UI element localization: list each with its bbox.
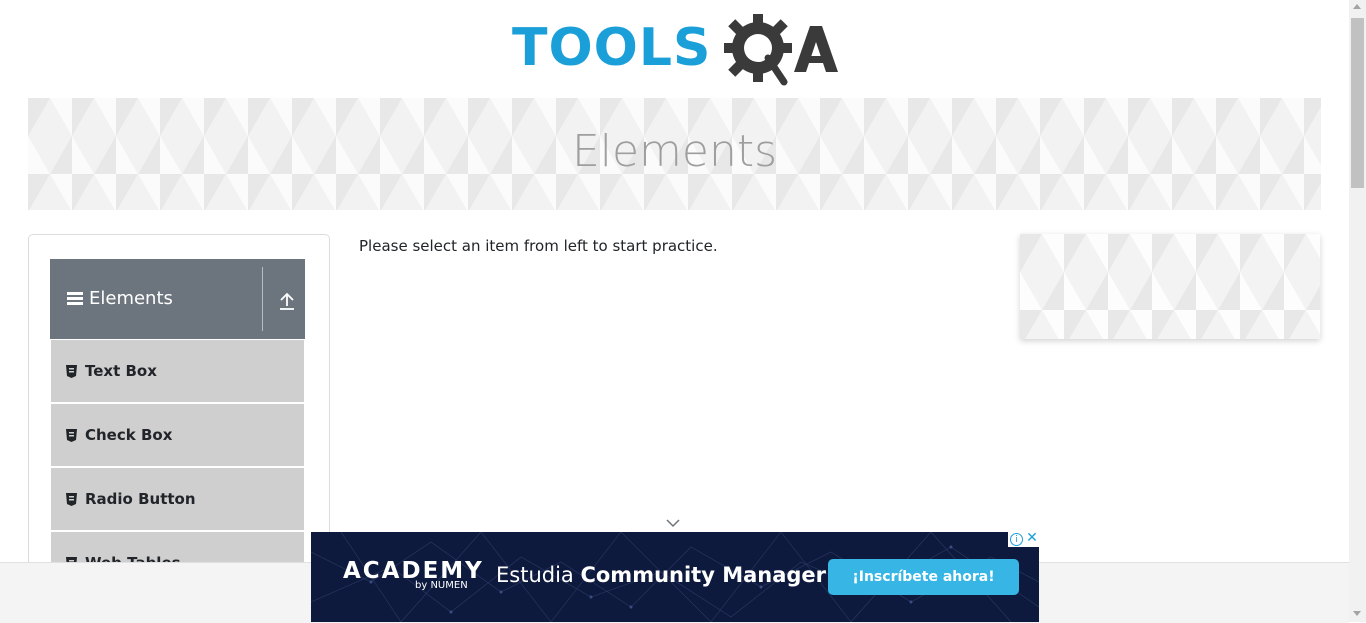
gear-magnifier-icon <box>724 14 838 86</box>
sidebar-item-radio-button[interactable]: Radio Button <box>51 468 304 532</box>
ad-close-icon[interactable]: ✕ <box>1025 532 1039 546</box>
bottom-advertisement[interactable]: ACADEMY by NUMEN Estudia Community Manag… <box>311 532 1039 622</box>
logo-tools-text: TOOLS <box>512 18 712 78</box>
intro-text: Please select an item from left to start… <box>359 237 718 255</box>
toolsqa-logo[interactable]: TOOLS <box>512 12 842 92</box>
scroll-down-arrow-icon[interactable] <box>1353 611 1361 616</box>
ad-headline-prefix: Estudia <box>496 563 581 587</box>
ad-headline: Estudia Community Manager <box>496 563 826 587</box>
sidebar: Elements Text Box Check Box Radio Button <box>28 234 330 616</box>
site-header: TOOLS <box>0 0 1349 98</box>
ad-placeholder <box>1020 234 1320 339</box>
sidebar-item-text-box[interactable]: Text Box <box>51 340 304 404</box>
html5-icon <box>66 365 77 378</box>
ad-byline: by NUMEN <box>415 580 468 591</box>
html5-icon <box>66 429 77 442</box>
html5-icon <box>66 493 77 506</box>
sidebar-item-label: Radio Button <box>85 490 196 508</box>
upload-icon[interactable] <box>278 291 296 311</box>
sidebar-item-label: Text Box <box>85 362 157 380</box>
ad-headline-strong: Community Manager <box>580 563 827 587</box>
ad-controls: i ✕ <box>1008 532 1039 547</box>
ad-info-icon[interactable]: i <box>1010 533 1023 546</box>
chevron-down-icon[interactable] <box>666 518 680 528</box>
sidebar-item-check-box[interactable]: Check Box <box>51 404 304 468</box>
divider <box>262 267 263 331</box>
scroll-up-arrow-icon[interactable] <box>1353 4 1361 9</box>
ad-cta-button[interactable]: ¡Inscríbete ahora! <box>828 559 1019 595</box>
page-title: Elements <box>571 126 778 177</box>
page-banner: Elements <box>28 98 1321 210</box>
scrollbar-thumb[interactable] <box>1351 18 1364 188</box>
sidebar-group-title: Elements <box>89 288 173 309</box>
vertical-scrollbar[interactable] <box>1349 0 1366 622</box>
sidebar-item-label: Check Box <box>85 426 173 444</box>
sidebar-group-elements[interactable]: Elements <box>50 259 305 339</box>
menu-icon <box>67 292 83 306</box>
